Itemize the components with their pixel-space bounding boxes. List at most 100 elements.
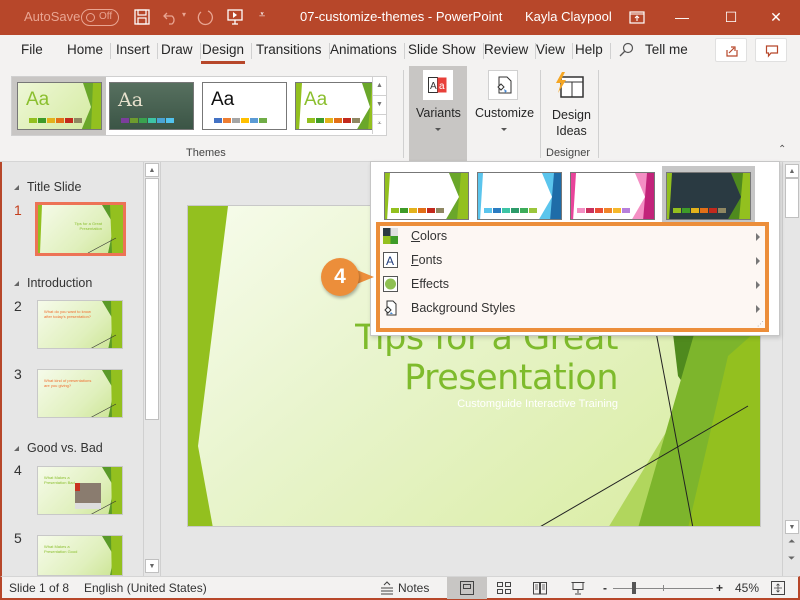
submenu-arrow-icon bbox=[756, 305, 760, 313]
customize-button[interactable]: Customize bbox=[473, 66, 535, 146]
scroll-up-button[interactable]: ▲ bbox=[785, 164, 799, 178]
gallery-more-button[interactable]: ⩡ bbox=[372, 115, 386, 134]
slide-number: 4 bbox=[14, 462, 22, 478]
tab-insert[interactable]: Insert bbox=[114, 42, 158, 59]
section-header[interactable]: Introduction bbox=[14, 276, 92, 290]
menu-item-effects[interactable]: Effects bbox=[380, 274, 765, 298]
search-icon[interactable] bbox=[618, 42, 634, 58]
scroll-thumb[interactable] bbox=[785, 178, 799, 218]
tab-draw[interactable]: Draw bbox=[159, 42, 200, 59]
comments-button[interactable] bbox=[755, 38, 787, 62]
fit-to-window-icon[interactable] bbox=[770, 580, 786, 596]
color-swatch bbox=[316, 118, 324, 123]
autosave-toggle[interactable]: Off bbox=[81, 9, 119, 26]
tab-review[interactable]: Review bbox=[482, 42, 537, 59]
active-tab-underline bbox=[201, 61, 246, 64]
slide-number: 2 bbox=[14, 298, 22, 314]
user-name[interactable]: Kayla Claypool bbox=[525, 9, 612, 24]
color-swatch bbox=[613, 208, 621, 213]
resize-grip-icon[interactable]: ⋰ bbox=[757, 320, 764, 328]
reading-view-icon[interactable] bbox=[532, 580, 548, 596]
color-swatch bbox=[343, 118, 351, 123]
menu-item-background-styles[interactable]: Background Styles bbox=[380, 298, 765, 322]
redo-icon[interactable] bbox=[196, 8, 214, 26]
color-swatch bbox=[436, 208, 444, 213]
notes-button[interactable]: Notes bbox=[398, 581, 429, 595]
variant-thumbnail-dark[interactable] bbox=[666, 172, 751, 220]
slide-thumbnail-2[interactable]: What do you want to know after today's p… bbox=[37, 300, 123, 349]
svg-text:A: A bbox=[430, 81, 437, 92]
start-slideshow-icon[interactable] bbox=[226, 8, 244, 26]
variant-thumbnail-blue[interactable] bbox=[477, 172, 562, 220]
slide-thumbnail-1[interactable]: Tips for a Great Presentation bbox=[35, 202, 126, 256]
tab-file[interactable]: File bbox=[19, 42, 45, 57]
zoom-percentage[interactable]: 45% bbox=[735, 581, 759, 595]
undo-dropdown-icon[interactable]: ▾ bbox=[182, 10, 186, 19]
tab-design[interactable]: Design bbox=[200, 42, 253, 64]
next-slide-icon[interactable]: ⏷ bbox=[788, 553, 795, 564]
zoom-out-button[interactable]: - bbox=[603, 581, 607, 595]
menu-item-colors[interactable]: Colors bbox=[380, 226, 765, 250]
close-button[interactable]: ✕ bbox=[761, 5, 791, 29]
tab-home[interactable]: Home bbox=[65, 42, 112, 59]
theme-thumbnail-facet[interactable]: Aa bbox=[295, 82, 380, 130]
zoom-in-button[interactable]: + bbox=[716, 581, 723, 595]
collapse-ribbon-icon[interactable]: ⌃ bbox=[778, 144, 786, 155]
thumbnail-text: What kind of presentations are you givin… bbox=[44, 378, 92, 388]
tab-view[interactable]: View bbox=[534, 42, 574, 59]
section-header[interactable]: Good vs. Bad bbox=[14, 441, 103, 455]
variant-thumbnail-green[interactable] bbox=[384, 172, 469, 220]
tab-animations[interactable]: Animations bbox=[328, 42, 405, 59]
tab-transitions[interactable]: Transitions bbox=[254, 42, 330, 59]
slide-thumbnail-3[interactable]: What kind of presentations are you givin… bbox=[37, 369, 123, 418]
previous-slide-icon[interactable]: ⏶ bbox=[788, 536, 795, 547]
ribbon-display-options-icon[interactable] bbox=[628, 9, 646, 27]
slide-sorter-icon[interactable] bbox=[496, 580, 512, 596]
menu-item-label: Effects bbox=[411, 277, 449, 291]
scroll-down-button[interactable]: ▼ bbox=[785, 520, 799, 534]
customize-qat-icon[interactable]: ⩡ bbox=[259, 9, 265, 22]
slide-thumbnail-5[interactable]: What Makes a Presentation Good bbox=[37, 535, 123, 576]
slide-subtitle[interactable]: Customguide Interactive Training bbox=[457, 398, 618, 410]
theme-thumbnail-office[interactable]: Aa bbox=[202, 82, 287, 130]
theme-thumbnail-dark[interactable]: Aa bbox=[109, 82, 194, 130]
slide-counter: Slide 1 of 8 bbox=[9, 581, 70, 595]
normal-view-button[interactable] bbox=[447, 577, 487, 599]
design-ideas-button[interactable]: Design Ideas bbox=[544, 66, 596, 146]
variant-thumbnail-pink[interactable] bbox=[570, 172, 655, 220]
tab-slide-show[interactable]: Slide Show bbox=[406, 42, 484, 59]
color-swatch bbox=[595, 208, 603, 213]
variants-button[interactable]: A a Variants bbox=[409, 66, 467, 161]
editor-scrollbar[interactable]: ▲ ▼ ⏶ ⏷ bbox=[782, 162, 800, 576]
gallery-scroll-down[interactable]: ▼ bbox=[372, 96, 386, 115]
color-swatch bbox=[391, 208, 399, 213]
zoom-slider-thumb[interactable] bbox=[632, 582, 636, 594]
group-separator bbox=[403, 70, 404, 158]
gallery-scroll-up[interactable]: ▲ bbox=[372, 77, 386, 96]
menu-item-fonts[interactable]: A Fonts bbox=[380, 250, 765, 274]
maximize-button[interactable]: ☐ bbox=[716, 5, 746, 29]
svg-text:A: A bbox=[386, 254, 394, 268]
slide-thumbnail-4[interactable]: What Makes a Presentation Bad bbox=[37, 466, 123, 515]
designer-group-label: Designer bbox=[546, 147, 591, 159]
slides-pane-scrollbar[interactable]: ▲ ▼ bbox=[143, 162, 160, 576]
zoom-slider-midpoint bbox=[663, 585, 664, 591]
section-header[interactable]: Title Slide bbox=[14, 180, 81, 194]
color-swatch bbox=[502, 208, 510, 213]
tab-help[interactable]: Help bbox=[573, 42, 611, 59]
scroll-up-button[interactable]: ▲ bbox=[145, 163, 159, 177]
share-button[interactable] bbox=[715, 38, 747, 62]
undo-icon[interactable] bbox=[162, 8, 180, 26]
scroll-down-button[interactable]: ▼ bbox=[145, 559, 159, 573]
toggle-knob bbox=[86, 13, 95, 22]
comment-icon bbox=[765, 45, 779, 58]
scroll-thumb[interactable] bbox=[145, 178, 159, 420]
theme-thumbnail-facet-current[interactable]: Aa bbox=[17, 82, 102, 130]
tell-me-search[interactable]: Tell me bbox=[643, 42, 690, 57]
minimize-button[interactable]: — bbox=[667, 5, 697, 29]
save-icon[interactable] bbox=[133, 8, 151, 26]
title-bar: AutoSave Off ▾ ⩡ 07-customize-themes - P… bbox=[0, 0, 800, 35]
language-indicator[interactable]: English (United States) bbox=[84, 581, 207, 595]
slide-show-view-icon[interactable] bbox=[570, 580, 586, 596]
notes-icon[interactable] bbox=[379, 580, 395, 596]
